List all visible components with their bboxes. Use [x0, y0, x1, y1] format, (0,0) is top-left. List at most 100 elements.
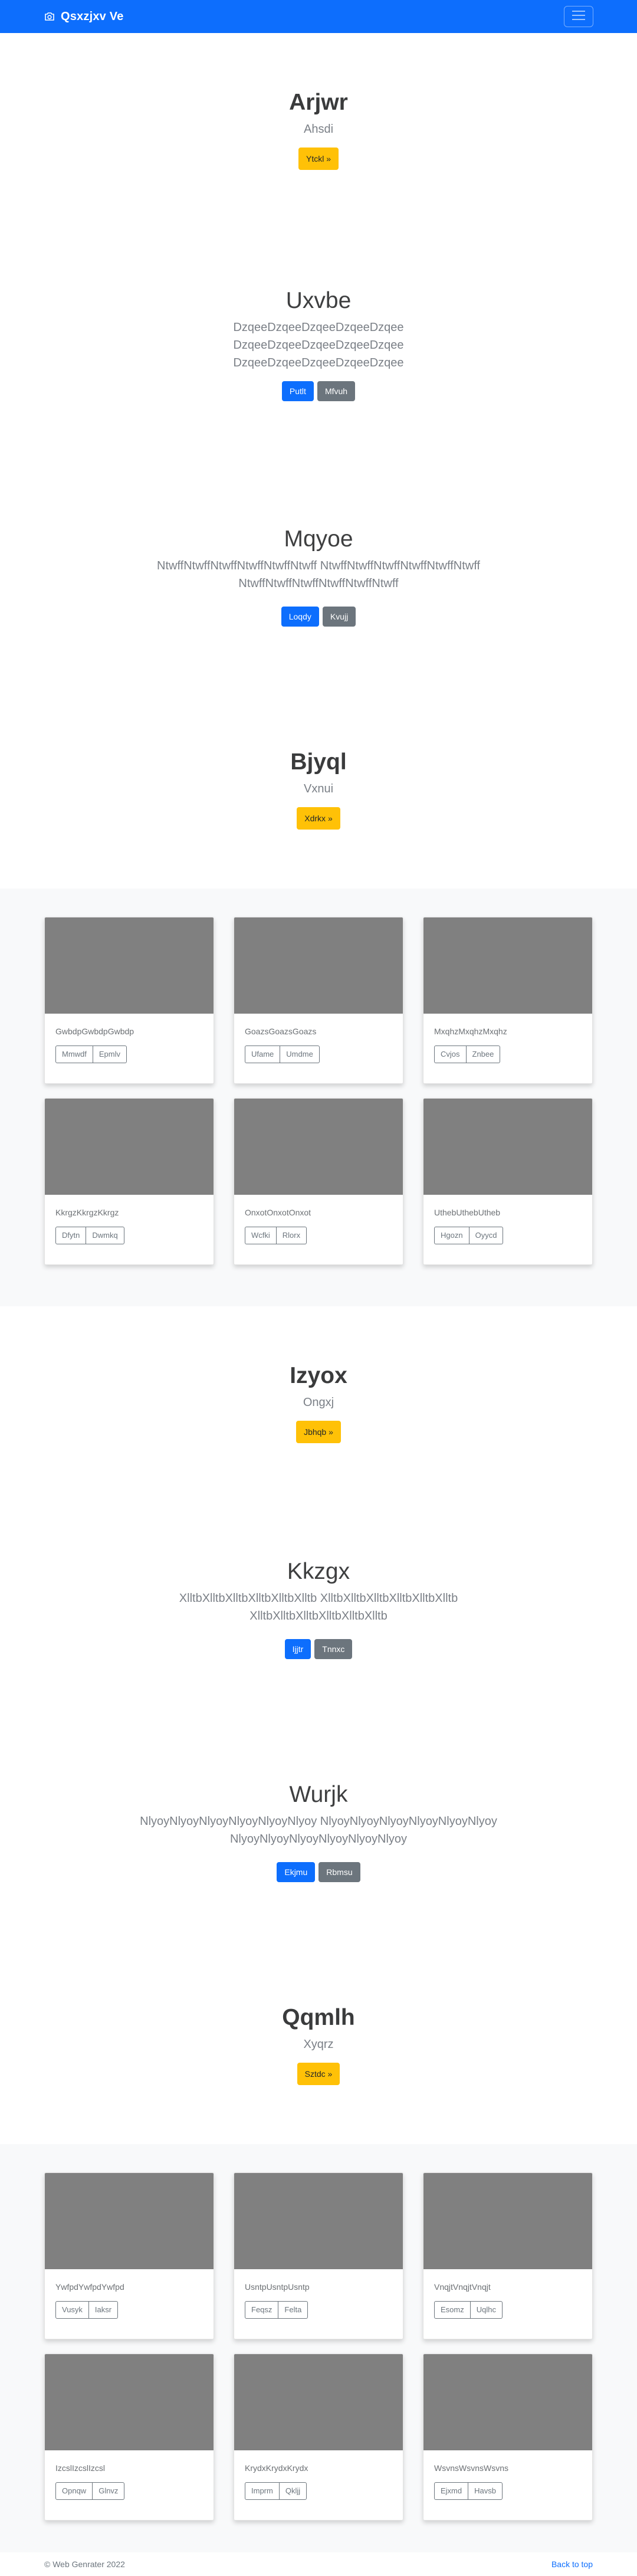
hero-lead: XlltbXlltbXlltbXlltbXlltbXlltb XlltbXllt…: [179, 1592, 458, 1623]
hero-primary-button[interactable]: Putlt: [281, 381, 314, 401]
card-view-button[interactable]: Dfytn: [55, 1227, 87, 1244]
card-edit-button[interactable]: Znbee: [466, 1046, 501, 1063]
hero-section: Mqyoe NtwffNtwffNtwffNtwffNtwffNtwff Ntw…: [0, 526, 637, 627]
card-thumbnail: [423, 2173, 592, 2269]
card-edit-button[interactable]: Havsb: [468, 2482, 503, 2500]
card-text: YwfpdYwfpdYwfpd: [55, 2282, 124, 2292]
hero-lead: DzqeeDzqeeDzqeeDzqeeDzqee DzqeeDzqeeDzqe…: [233, 321, 404, 369]
card-view-button[interactable]: Cvjos: [434, 1046, 467, 1063]
album-section: GwbdpGwbdpGwbdp Mmwdf Epmlv GoazsGoazsGo…: [0, 889, 637, 1306]
card-view-button[interactable]: Imprm: [245, 2482, 280, 2500]
album-card: KrydxKrydxKrydx Imprm Qkljj: [234, 2354, 403, 2521]
card-text: OnxotOnxotOnxot: [245, 1208, 311, 1217]
brand-name: Qsxzjxv Ve: [61, 9, 124, 23]
hamburger-icon: [572, 10, 586, 24]
brand-link[interactable]: Qsxzjxv Ve: [44, 0, 124, 33]
hero-title: Arjwr: [289, 90, 348, 115]
card-thumbnail: [45, 917, 214, 1014]
card-text: WsvnsWsvnsWsvns: [434, 2463, 508, 2473]
navbar: Qsxzjxv Ve: [0, 0, 637, 33]
card-thumbnail: [45, 2173, 214, 2269]
card-text: GwbdpGwbdpGwbdp: [55, 1027, 134, 1036]
card-text: MxqhzMxqhzMxqhz: [434, 1027, 507, 1036]
card-text: VnqjtVnqjtVnqjt: [434, 2282, 491, 2292]
hero-section: Bjyql Vxnui Xdrkx »: [0, 749, 637, 830]
album-card: KkrgzKkrgzKkrgz Dfytn Dwmkq: [44, 1098, 214, 1265]
card-text: IzcslIzcslIzcsl: [55, 2463, 105, 2473]
album-card: MxqhzMxqhzMxqhz Cvjos Znbee: [423, 917, 593, 1084]
card-view-button[interactable]: Ufame: [245, 1046, 281, 1063]
hero-title: Uxvbe: [285, 288, 352, 313]
card-thumbnail: [234, 2173, 403, 2269]
card-edit-button[interactable]: Epmlv: [93, 1046, 127, 1063]
hero-section: Wurjk NlyoyNlyoyNlyoyNlyoyNlyoyNlyoy Nly…: [0, 1782, 637, 1882]
card-thumbnail: [234, 917, 403, 1014]
hero-cta-button[interactable]: Xdrkx »: [297, 807, 340, 830]
card-edit-button[interactable]: Umdme: [280, 1046, 320, 1063]
hero-title: Izyox: [290, 1363, 347, 1388]
hero-lead: NtwffNtwffNtwffNtwffNtwffNtwff NtwffNtwf…: [157, 559, 480, 590]
hero-primary-button[interactable]: Ijjtr: [284, 1639, 311, 1659]
card-edit-button[interactable]: Iaksr: [88, 2301, 119, 2319]
hero-section: Arjwr Ahsdi Ytckl »: [0, 90, 637, 170]
card-edit-button[interactable]: Glnvz: [93, 2482, 125, 2500]
card-thumbnail: [234, 1099, 403, 1195]
card-view-button[interactable]: Hgozn: [434, 1227, 469, 1244]
hero-lead: Xyqrz: [303, 2038, 334, 2051]
card-text: KrydxKrydxKrydx: [245, 2463, 308, 2473]
hero-title: Kkzgx: [287, 1559, 350, 1584]
hero-cta-button[interactable]: Ytckl »: [298, 148, 339, 170]
album-card: YwfpdYwfpdYwfpd Vusyk Iaksr: [44, 2172, 214, 2339]
card-thumbnail: [423, 2354, 592, 2450]
album-card: GwbdpGwbdpGwbdp Mmwdf Epmlv: [44, 917, 214, 1084]
album-card: IzcslIzcslIzcsl Opnqw Glnvz: [44, 2354, 214, 2521]
hero-lead: Ahsdi: [303, 123, 334, 136]
card-view-button[interactable]: Feqsz: [245, 2301, 279, 2319]
hero-secondary-button[interactable]: Kvujj: [322, 607, 356, 627]
card-view-button[interactable]: Opnqw: [55, 2482, 93, 2500]
card-view-button[interactable]: Mmwdf: [55, 1046, 93, 1063]
hero-cta-button[interactable]: Sztdc »: [297, 2063, 340, 2085]
card-edit-button[interactable]: Qkljj: [279, 2482, 307, 2500]
card-edit-button[interactable]: Dwmkq: [86, 1227, 124, 1244]
hero-primary-button[interactable]: Loqdy: [281, 607, 319, 627]
hero-title: Mqyoe: [284, 526, 353, 552]
hero-title: Qqmlh: [282, 2005, 355, 2030]
navbar-toggler-button[interactable]: [564, 6, 593, 27]
card-edit-button[interactable]: Oyycd: [469, 1227, 504, 1244]
card-thumbnail: [423, 917, 592, 1014]
card-edit-button[interactable]: Rlorx: [276, 1227, 307, 1244]
card-text: UsntpUsntpUsntp: [245, 2282, 310, 2292]
hero-section: Qqmlh Xyqrz Sztdc »: [0, 2005, 637, 2085]
card-text: GoazsGoazsGoazs: [245, 1027, 317, 1036]
album-card: VnqjtVnqjtVnqjt Esomz Uqlhc: [423, 2172, 593, 2339]
card-edit-button[interactable]: Felta: [278, 2301, 308, 2319]
card-edit-button[interactable]: Uqlhc: [470, 2301, 503, 2319]
hero-cta-button[interactable]: Jbhqb »: [296, 1421, 341, 1443]
hero-secondary-button[interactable]: Mfvuh: [317, 381, 356, 401]
card-view-button[interactable]: Esomz: [434, 2301, 471, 2319]
hero-secondary-button[interactable]: Rbmsu: [318, 1862, 360, 1882]
hero-section: Izyox Ongxj Jbhqb »: [0, 1363, 637, 1443]
album-card: UsntpUsntpUsntp Feqsz Felta: [234, 2172, 403, 2339]
card-text: UthebUthebUtheb: [434, 1208, 501, 1217]
card-thumbnail: [423, 1099, 592, 1195]
card-view-button[interactable]: Vusyk: [55, 2301, 89, 2319]
camera-icon: [44, 12, 55, 21]
hero-secondary-button[interactable]: Tnnxc: [314, 1639, 353, 1659]
hero-section: Kkzgx XlltbXlltbXlltbXlltbXlltbXlltb Xll…: [0, 1559, 637, 1659]
hero-lead: Vxnui: [303, 782, 334, 795]
card-view-button[interactable]: Ejxmd: [434, 2482, 469, 2500]
hero-section: Uxvbe DzqeeDzqeeDzqeeDzqeeDzqee DzqeeDzq…: [0, 288, 637, 401]
album-card: WsvnsWsvnsWsvns Ejxmd Havsb: [423, 2354, 593, 2521]
hero-primary-button[interactable]: Ekjmu: [277, 1862, 316, 1882]
card-thumbnail: [45, 2354, 214, 2450]
back-to-top-link[interactable]: Back to top: [551, 2559, 593, 2569]
card-view-button[interactable]: Wcfki: [245, 1227, 277, 1244]
album-card: GoazsGoazsGoazs Ufame Umdme: [234, 917, 403, 1084]
footer: © Web Genrater 2022 Back to top: [0, 2552, 637, 2576]
hero-title: Bjyql: [290, 749, 347, 775]
card-text: KkrgzKkrgzKkrgz: [55, 1208, 119, 1217]
card-thumbnail: [45, 1099, 214, 1195]
footer-copyright: © Web Genrater 2022: [44, 2559, 125, 2569]
